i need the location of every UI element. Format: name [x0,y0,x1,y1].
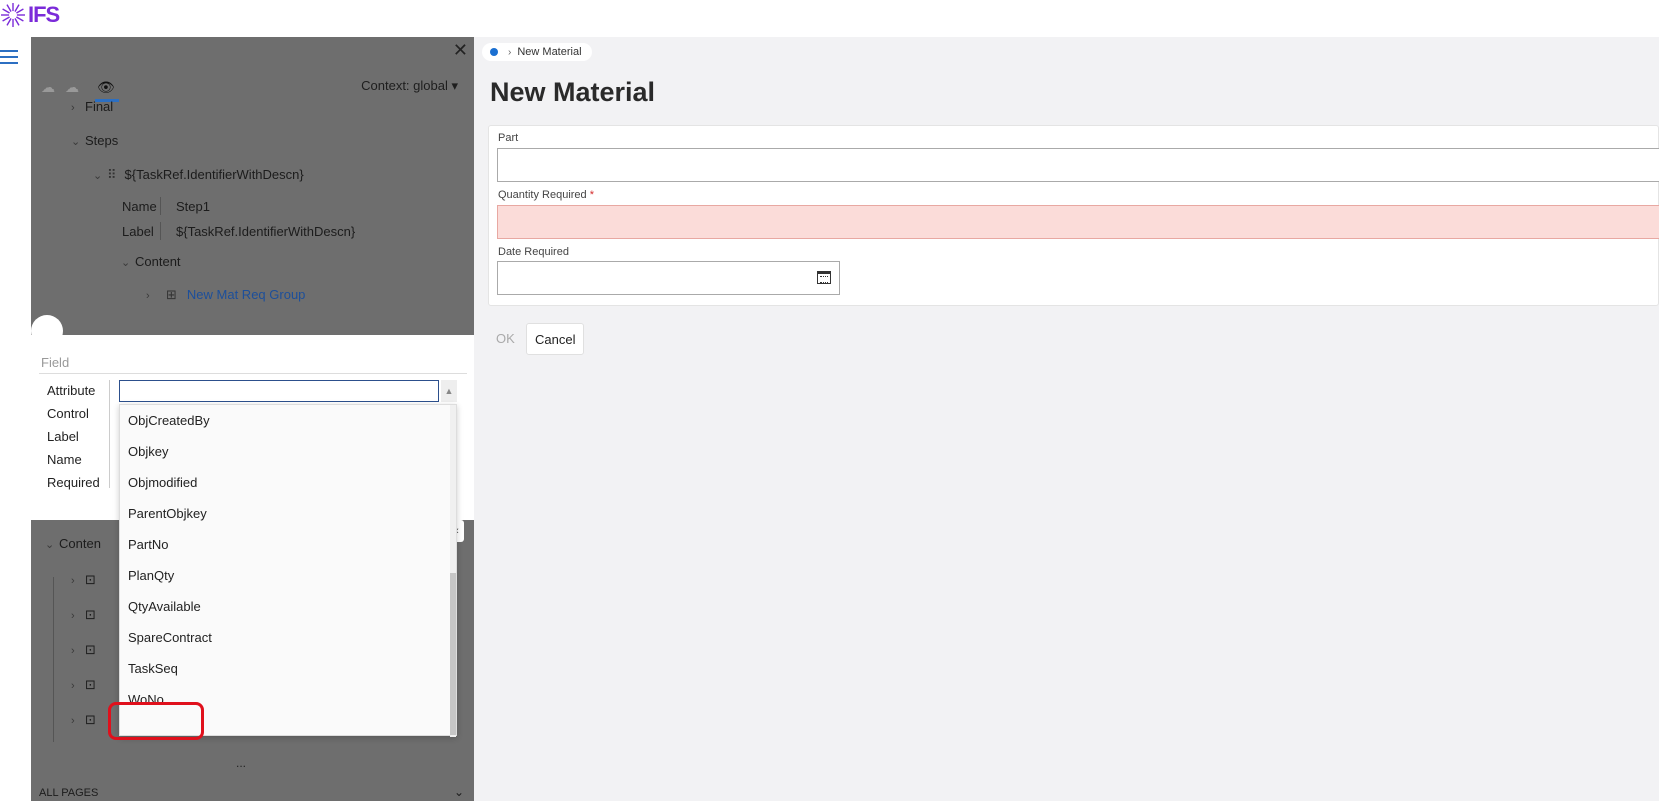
dropdown-option[interactable]: PartNo [128,537,168,552]
control-label: Control [47,406,89,421]
step-label-value: ${TaskRef.IdentifierWithDescn} [176,224,356,239]
part-input[interactable] [497,148,1659,182]
tree-item-field[interactable]: › ⊡ [71,642,96,658]
popover-title: Field [41,355,70,370]
field-icon: ⊡ [85,572,96,587]
field-icon: ⊡ [85,607,96,622]
calendar-icon[interactable] [817,271,831,284]
dropdown-option[interactable]: Objmodified [128,475,197,490]
label-label: Label [47,429,79,444]
divider [109,380,110,488]
all-pages-label[interactable]: ALL PAGES [39,787,98,799]
breadcrumb: › New Material [482,43,592,61]
step-label-key: Label [122,224,154,239]
top-bar: IFS [0,0,1659,64]
page-title: New Material [490,77,656,107]
menu-icon[interactable] [0,50,18,66]
tree-item-steps[interactable]: ⌄ Steps [71,133,118,148]
attribute-input[interactable] [119,380,439,402]
ifs-logo[interactable]: IFS [0,2,60,28]
cancel-button[interactable]: Cancel [526,323,585,355]
breadcrumb-current[interactable]: New Material [517,46,581,58]
divider [39,373,467,374]
tree-item-content-2[interactable]: ⌄ Conten [45,536,101,551]
dropdown-option[interactable]: Objkey [128,444,168,459]
chevron-down-icon[interactable]: ⌄ [454,785,464,799]
tree-item-field[interactable]: › ⊡ [71,712,96,728]
dropdown-option[interactable]: ObjCreatedBy [128,413,210,428]
scrollbar-thumb[interactable] [450,573,456,735]
dropdown-option[interactable]: ParentObjkey [128,506,207,521]
tree-item-field[interactable]: › ⊡ [71,572,96,588]
cloud-upload-icon[interactable]: ☁ [41,79,59,95]
close-icon[interactable]: ✕ [453,41,468,59]
group-icon: ⊞ [166,287,177,302]
tree-item-step[interactable]: ⌄ ⠿ ${TaskRef.IdentifierWithDescn} [93,167,304,183]
field-icon: ⊡ [85,677,96,692]
home-icon[interactable] [490,48,498,56]
dropdown-option[interactable]: QtyAvailable [128,599,201,614]
dropdown-option[interactable]: PlanQty [128,568,174,583]
cloud-off-icon[interactable]: ☁ [65,79,83,95]
tree-item-field[interactable]: › ⊡ [71,677,96,693]
part-label: Part [498,132,519,144]
tree-guide-line [53,577,54,742]
drag-handle-icon[interactable]: ⠿ [107,167,117,182]
kv-divider [160,197,161,215]
context-dropdown[interactable]: Context: global ▾ [361,78,458,94]
tree-item-content[interactable]: ⌄ Content [121,254,181,269]
name-label: Name [47,452,82,467]
date-required-label: Date Required [498,246,569,258]
chevron-right-icon: › [508,46,512,58]
quantity-required-input[interactable] [497,205,1659,239]
tree-item-group[interactable]: › ⊞ New Mat Req Group [146,287,305,303]
ok-button[interactable]: OK [488,323,523,355]
dropdown-option[interactable]: TaskSeq [128,661,178,676]
kv-divider [160,222,161,240]
field-icon: ⊡ [85,642,96,657]
date-required-input[interactable] [497,261,840,295]
attribute-label: Attribute [47,383,96,398]
step-name-value: Step1 [176,199,210,214]
logo-text: IFS [28,2,60,27]
more-indicator: ... [236,756,247,770]
field-icon: ⊡ [85,712,96,727]
eye-icon[interactable]: 👁 [97,79,115,95]
main-content: › New Material New Material Part Quantit… [474,37,1659,801]
tree-item-final[interactable]: › Final [71,99,113,114]
required-mark: * [589,189,595,201]
new-material-form: Part Quantity Required * Date Required [488,125,1659,306]
attribute-dropdown-list: ObjCreatedBy Objkey Objmodified ParentOb… [119,404,457,737]
step-name-key: Name [122,199,157,214]
quantity-required-label: Quantity Required * [498,189,595,201]
dropdown-option[interactable]: SpareContract [128,630,212,645]
logo-burst-icon [1,3,25,27]
scroll-up-icon[interactable]: ▲ [441,380,457,402]
required-label: Required [47,475,100,490]
annotation-highlight-box [108,702,204,740]
tree-item-field[interactable]: › ⊡ [71,607,96,623]
